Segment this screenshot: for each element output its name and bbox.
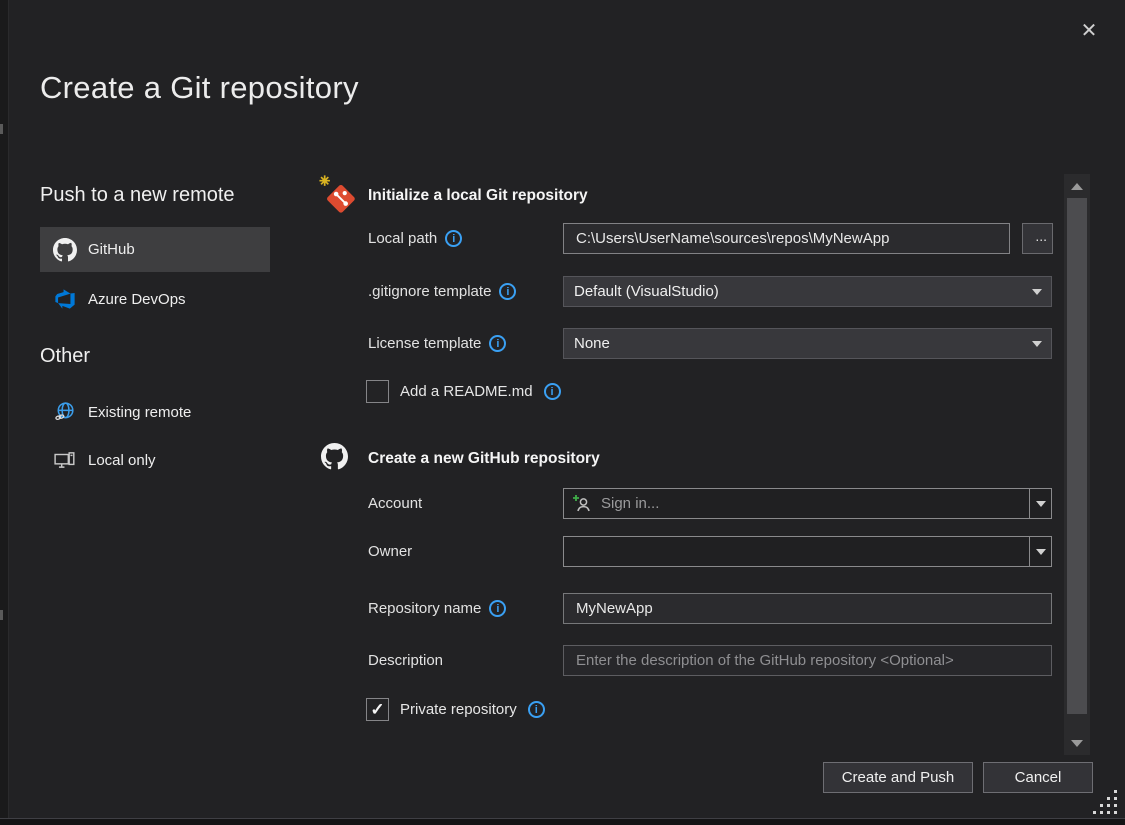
other-heading: Other	[40, 345, 90, 368]
gitignore-label: .gitignore template	[368, 283, 491, 300]
license-template-dropdown[interactable]: None	[563, 328, 1052, 359]
scrollbar-up-button[interactable]	[1064, 176, 1090, 196]
create-and-push-label: Create and Push	[842, 769, 955, 786]
sidebar-item-label: Azure DevOps	[88, 291, 186, 308]
window-edge-left	[0, 0, 9, 825]
create-git-repository-dialog: ✕ Create a Git repository Push to a new …	[9, 0, 1125, 818]
info-icon[interactable]	[544, 383, 561, 400]
local-path-label-row: Local path	[368, 223, 462, 254]
browse-button[interactable]: ...	[1022, 223, 1053, 254]
chevron-down-icon	[1032, 341, 1042, 347]
dialog-title: Create a Git repository	[40, 70, 359, 106]
chevron-down-icon	[1036, 501, 1046, 507]
scrollbar-down-button[interactable]	[1064, 733, 1090, 753]
browse-label: ...	[1035, 228, 1047, 244]
info-icon[interactable]	[499, 283, 516, 300]
git-new-repo-icon	[318, 174, 360, 221]
sidebar-item-label: Existing remote	[88, 404, 191, 421]
license-label: License template	[368, 335, 481, 352]
account-label: Account	[368, 495, 422, 512]
scrollbar-thumb[interactable]	[1067, 198, 1087, 714]
sidebar-item-github[interactable]: GitHub	[40, 227, 270, 272]
computer-icon	[53, 448, 77, 472]
description-input[interactable]	[563, 645, 1052, 676]
gitignore-template-dropdown[interactable]: Default (VisualStudio)	[563, 276, 1052, 307]
readme-label: Add a README.md	[400, 383, 533, 400]
sidebar-item-label: Local only	[88, 452, 156, 469]
account-value: Sign in...	[601, 495, 659, 512]
push-remote-heading: Push to a new remote	[40, 184, 235, 207]
gitignore-label-row: .gitignore template	[368, 276, 516, 307]
account-label-row: Account	[368, 488, 422, 519]
repo-name-label-row: Repository name	[368, 593, 506, 624]
init-section-heading: Initialize a local Git repository	[368, 187, 588, 205]
private-label: Private repository	[400, 701, 517, 718]
edge-tick	[0, 124, 3, 134]
readme-checkbox-row: Add a README.md	[366, 380, 561, 403]
description-label-row: Description	[368, 645, 443, 676]
owner-dropdown-button[interactable]	[1029, 537, 1051, 566]
account-combo[interactable]: Sign in...	[563, 488, 1052, 519]
add-person-icon	[572, 492, 592, 516]
github-icon	[53, 238, 77, 262]
triangle-down-icon	[1071, 740, 1083, 747]
account-dropdown-button[interactable]	[1029, 489, 1051, 518]
local-path-input[interactable]	[563, 223, 1010, 254]
sidebar-item-azure-devops[interactable]: Azure DevOps	[40, 280, 270, 318]
info-icon[interactable]	[445, 230, 462, 247]
owner-label-row: Owner	[368, 536, 412, 567]
github-icon	[321, 443, 348, 475]
globe-link-icon	[53, 400, 77, 424]
description-label: Description	[368, 652, 443, 669]
license-label-row: License template	[368, 328, 506, 359]
cancel-button[interactable]: Cancel	[983, 762, 1093, 793]
chevron-down-icon	[1032, 289, 1042, 295]
cancel-label: Cancel	[1015, 769, 1062, 786]
close-icon: ✕	[1081, 18, 1098, 43]
window-edge-bottom	[0, 818, 1125, 825]
azure-devops-icon	[53, 287, 77, 311]
resize-grip[interactable]	[1093, 790, 1121, 815]
info-icon[interactable]	[489, 600, 506, 617]
owner-label: Owner	[368, 543, 412, 560]
triangle-up-icon	[1071, 183, 1083, 190]
private-checkbox-row: ✓ Private repository	[366, 698, 545, 721]
create-and-push-button[interactable]: Create and Push	[823, 762, 973, 793]
chevron-down-icon	[1036, 549, 1046, 555]
readme-checkbox[interactable]	[366, 380, 389, 403]
info-icon[interactable]	[528, 701, 545, 718]
license-selected-value: None	[574, 335, 610, 352]
github-section-heading: Create a new GitHub repository	[368, 450, 600, 468]
private-checkbox[interactable]: ✓	[366, 698, 389, 721]
scrollbar[interactable]	[1064, 174, 1090, 755]
repo-name-input[interactable]	[563, 593, 1052, 624]
owner-combo[interactable]	[563, 536, 1052, 567]
checkmark-icon: ✓	[370, 701, 384, 718]
sidebar-item-existing-remote[interactable]: Existing remote	[40, 393, 270, 431]
sidebar-item-local-only[interactable]: Local only	[40, 441, 270, 479]
gitignore-selected-value: Default (VisualStudio)	[574, 283, 719, 300]
edge-tick	[0, 610, 3, 620]
screen: ✕ Create a Git repository Push to a new …	[0, 0, 1125, 825]
repo-name-label: Repository name	[368, 600, 481, 617]
local-path-label: Local path	[368, 230, 437, 247]
info-icon[interactable]	[489, 335, 506, 352]
sidebar-item-label: GitHub	[88, 241, 135, 258]
close-button[interactable]: ✕	[1071, 12, 1107, 48]
